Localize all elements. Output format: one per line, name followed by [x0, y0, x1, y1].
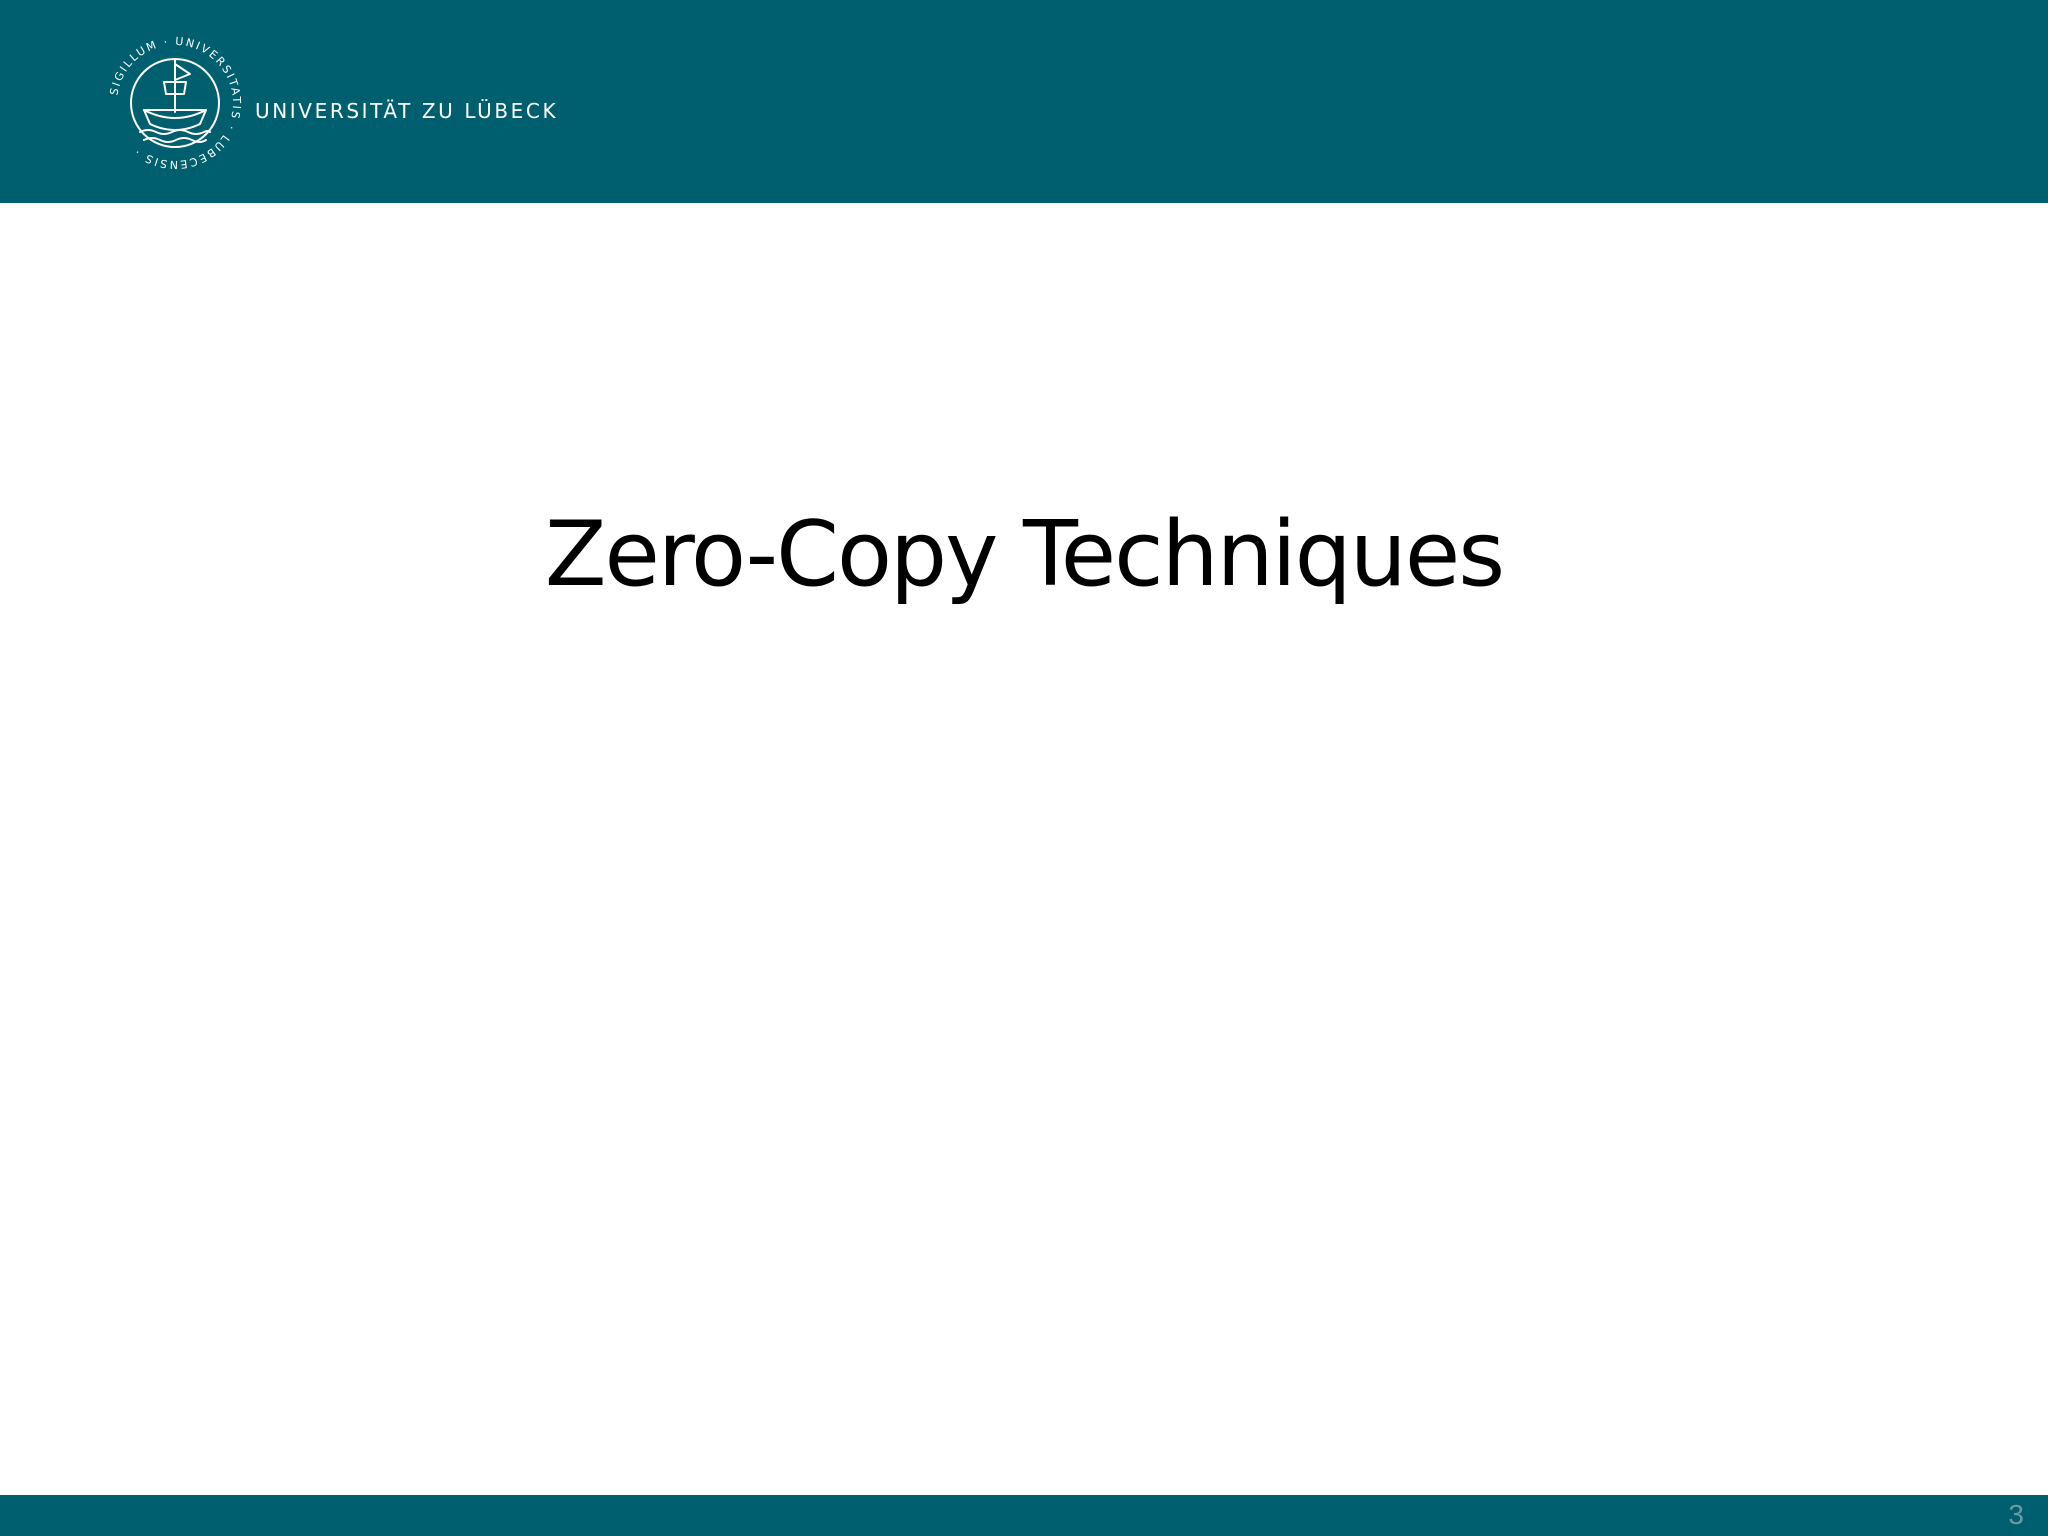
university-seal-logo: SIGILLUM · UNIVERSITATIS · LUBECENSIS · — [107, 35, 241, 171]
header-bar: SIGILLUM · UNIVERSITATIS · LUBECENSIS · … — [0, 0, 2048, 203]
ship-icon — [139, 59, 211, 143]
slide-title: Zero-Copy Techniques — [544, 502, 1505, 607]
slide: SIGILLUM · UNIVERSITATIS · LUBECENSIS · … — [0, 0, 2048, 1536]
footer-bar — [0, 1495, 2048, 1536]
page-number: 3 — [2008, 1499, 2024, 1530]
university-name: UNIVERSITÄT ZU LÜBECK — [255, 99, 559, 123]
